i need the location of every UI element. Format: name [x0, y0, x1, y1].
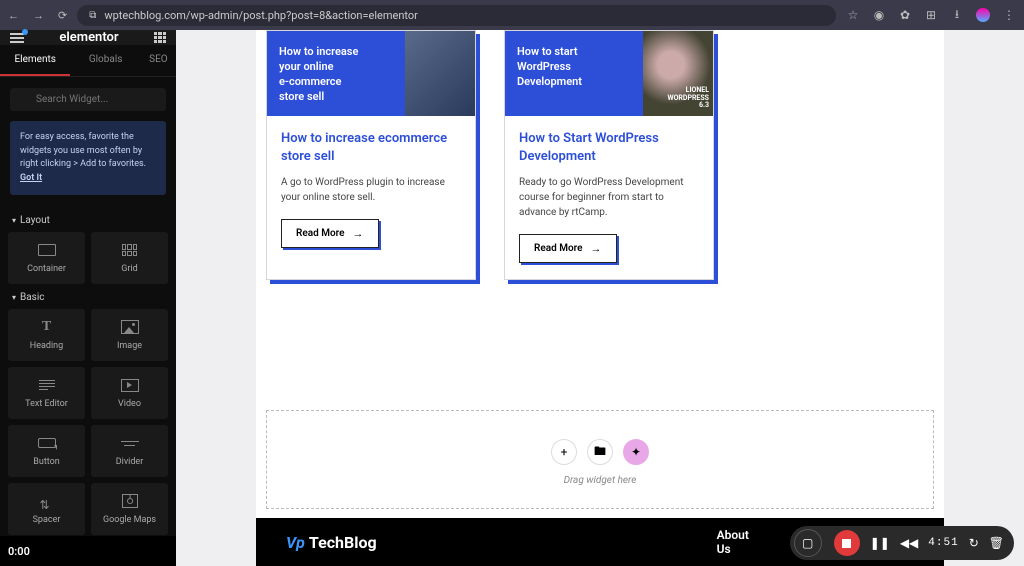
sparkle-icon: ✦	[631, 445, 641, 459]
search-input[interactable]	[10, 88, 166, 111]
site-info-icon[interactable]: ⧉	[89, 10, 96, 21]
hint-text: For easy access, favorite the widgets yo…	[20, 132, 146, 169]
video-player-bar: 0:00	[0, 536, 176, 566]
widget-heading[interactable]: THeading	[8, 309, 85, 361]
bookmark-icon[interactable]: ☆	[846, 8, 860, 22]
tab-elements[interactable]: Elements	[0, 45, 70, 76]
card-desc: A go to WordPress plugin to increase you…	[281, 175, 461, 205]
arrow-right-icon: →	[591, 242, 602, 255]
hint-gotit-link[interactable]: Got It	[20, 173, 42, 183]
extension-icon-1[interactable]: ◉	[872, 8, 886, 22]
tab-seo[interactable]: SEO	[141, 45, 176, 76]
editor-canvas[interactable]: How to increase your online e-commerce s…	[176, 30, 1024, 566]
camera-icon[interactable]: ▢	[794, 529, 822, 557]
card-hero-text: How to start WordPress Development	[505, 31, 643, 116]
browser-nav-buttons: ← → ⟳	[8, 9, 67, 22]
footer-link-about[interactable]: About Us	[717, 528, 762, 556]
post-card[interactable]: How to start WordPress Development LIONE…	[504, 30, 714, 280]
elementor-sidebar: elementor Elements Globals SEO For easy …	[0, 30, 176, 566]
section-basic[interactable]: Basic	[0, 284, 176, 309]
card-title: How to Start WordPress Development	[519, 130, 699, 165]
cards-row: How to increase your online e-commerce s…	[256, 30, 944, 300]
url-text: wptechblog.com/wp-admin/post.php?post=8&…	[104, 9, 418, 22]
download-icon[interactable]: ⭳	[950, 8, 964, 22]
browser-toolbar: ← → ⟳ ⧉ wptechblog.com/wp-admin/post.php…	[0, 0, 1024, 30]
arrow-right-icon: →	[353, 227, 364, 240]
sidebar-header: elementor	[0, 30, 176, 45]
restart-icon[interactable]: ↻	[969, 536, 979, 550]
read-more-button[interactable]: Read More→	[281, 219, 379, 248]
widget-google-maps[interactable]: Google Maps	[91, 483, 168, 535]
add-template-button[interactable]: 🖿	[587, 439, 613, 465]
button-icon	[38, 438, 56, 448]
delete-icon[interactable]: 🗑	[989, 536, 1004, 550]
menu-icon[interactable]	[10, 33, 24, 43]
forward-icon[interactable]: →	[33, 9, 44, 22]
elementor-logo: elementor	[59, 30, 118, 45]
address-bar[interactable]: ⧉ wptechblog.com/wp-admin/post.php?post=…	[77, 5, 836, 26]
add-section-button[interactable]: +	[551, 439, 577, 465]
widget-grid[interactable]: Grid	[91, 232, 168, 284]
stop-recording-button[interactable]	[834, 530, 860, 556]
kebab-menu-icon[interactable]: ⋮	[1002, 8, 1016, 22]
card-hero-image	[405, 31, 475, 116]
card-hero-image: LIONEL WORDPRESS 6.3	[643, 31, 713, 116]
read-more-button[interactable]: Read More→	[519, 234, 617, 263]
widget-spacer[interactable]: Spacer	[8, 483, 85, 535]
folder-icon: 🖿	[594, 442, 606, 463]
favorites-hint: For easy access, favorite the widgets yo…	[10, 121, 166, 195]
text-icon	[39, 380, 55, 390]
extensions-icon[interactable]: ⊞	[924, 8, 938, 22]
widget-button[interactable]: Button	[8, 425, 85, 477]
heading-icon: T	[42, 319, 51, 335]
divider-icon	[121, 441, 139, 446]
video-icon	[121, 379, 139, 392]
tab-globals[interactable]: Globals	[70, 45, 140, 76]
card-hero-text: How to increase your online e-commerce s…	[267, 31, 405, 116]
widgets-grid-icon[interactable]	[154, 32, 166, 44]
pause-icon[interactable]: ❚❚	[870, 536, 890, 550]
maps-icon	[122, 494, 138, 508]
player-time: 0:00	[8, 545, 30, 558]
sidebar-tabs: Elements Globals SEO	[0, 45, 176, 77]
screen-recorder-bar: ▢ ❚❚ ◀◀ 4:51 ↻ 🗑	[790, 526, 1014, 560]
grid-icon	[122, 244, 138, 256]
spacer-icon	[40, 494, 54, 508]
extension-icon-2[interactable]: ✿	[898, 8, 912, 22]
image-icon	[121, 320, 139, 334]
hero-badge: LIONEL WORDPRESS 6.3	[667, 87, 709, 110]
container-icon	[38, 244, 56, 256]
add-ai-button[interactable]: ✦	[623, 439, 649, 465]
post-card[interactable]: How to increase your online e-commerce s…	[266, 30, 476, 280]
widget-text-editor[interactable]: Text Editor	[8, 367, 85, 419]
widget-container[interactable]: Container	[8, 232, 85, 284]
widget-image[interactable]: Image	[91, 309, 168, 361]
recording-time: 4:51	[928, 537, 958, 549]
widget-video[interactable]: Video	[91, 367, 168, 419]
search-icon	[10, 87, 166, 111]
browser-action-icons: ☆ ◉ ✿ ⊞ ⭳ ⋮	[846, 8, 1016, 22]
rewind-icon[interactable]: ◀◀	[900, 536, 918, 550]
add-section-dropzone[interactable]: + 🖿 ✦ Drag widget here	[266, 410, 934, 509]
reload-icon[interactable]: ⟳	[58, 9, 67, 22]
section-layout[interactable]: Layout	[0, 207, 176, 232]
notification-dot	[22, 29, 28, 35]
card-title: How to increase ecommerce store sell	[281, 130, 461, 165]
profile-avatar[interactable]	[976, 8, 990, 22]
dropzone-hint: Drag widget here	[267, 475, 933, 486]
site-logo: VpTechBlog	[286, 533, 377, 552]
widget-divider[interactable]: Divider	[91, 425, 168, 477]
back-icon[interactable]: ←	[8, 9, 19, 22]
card-desc: Ready to go WordPress Development course…	[519, 175, 699, 220]
